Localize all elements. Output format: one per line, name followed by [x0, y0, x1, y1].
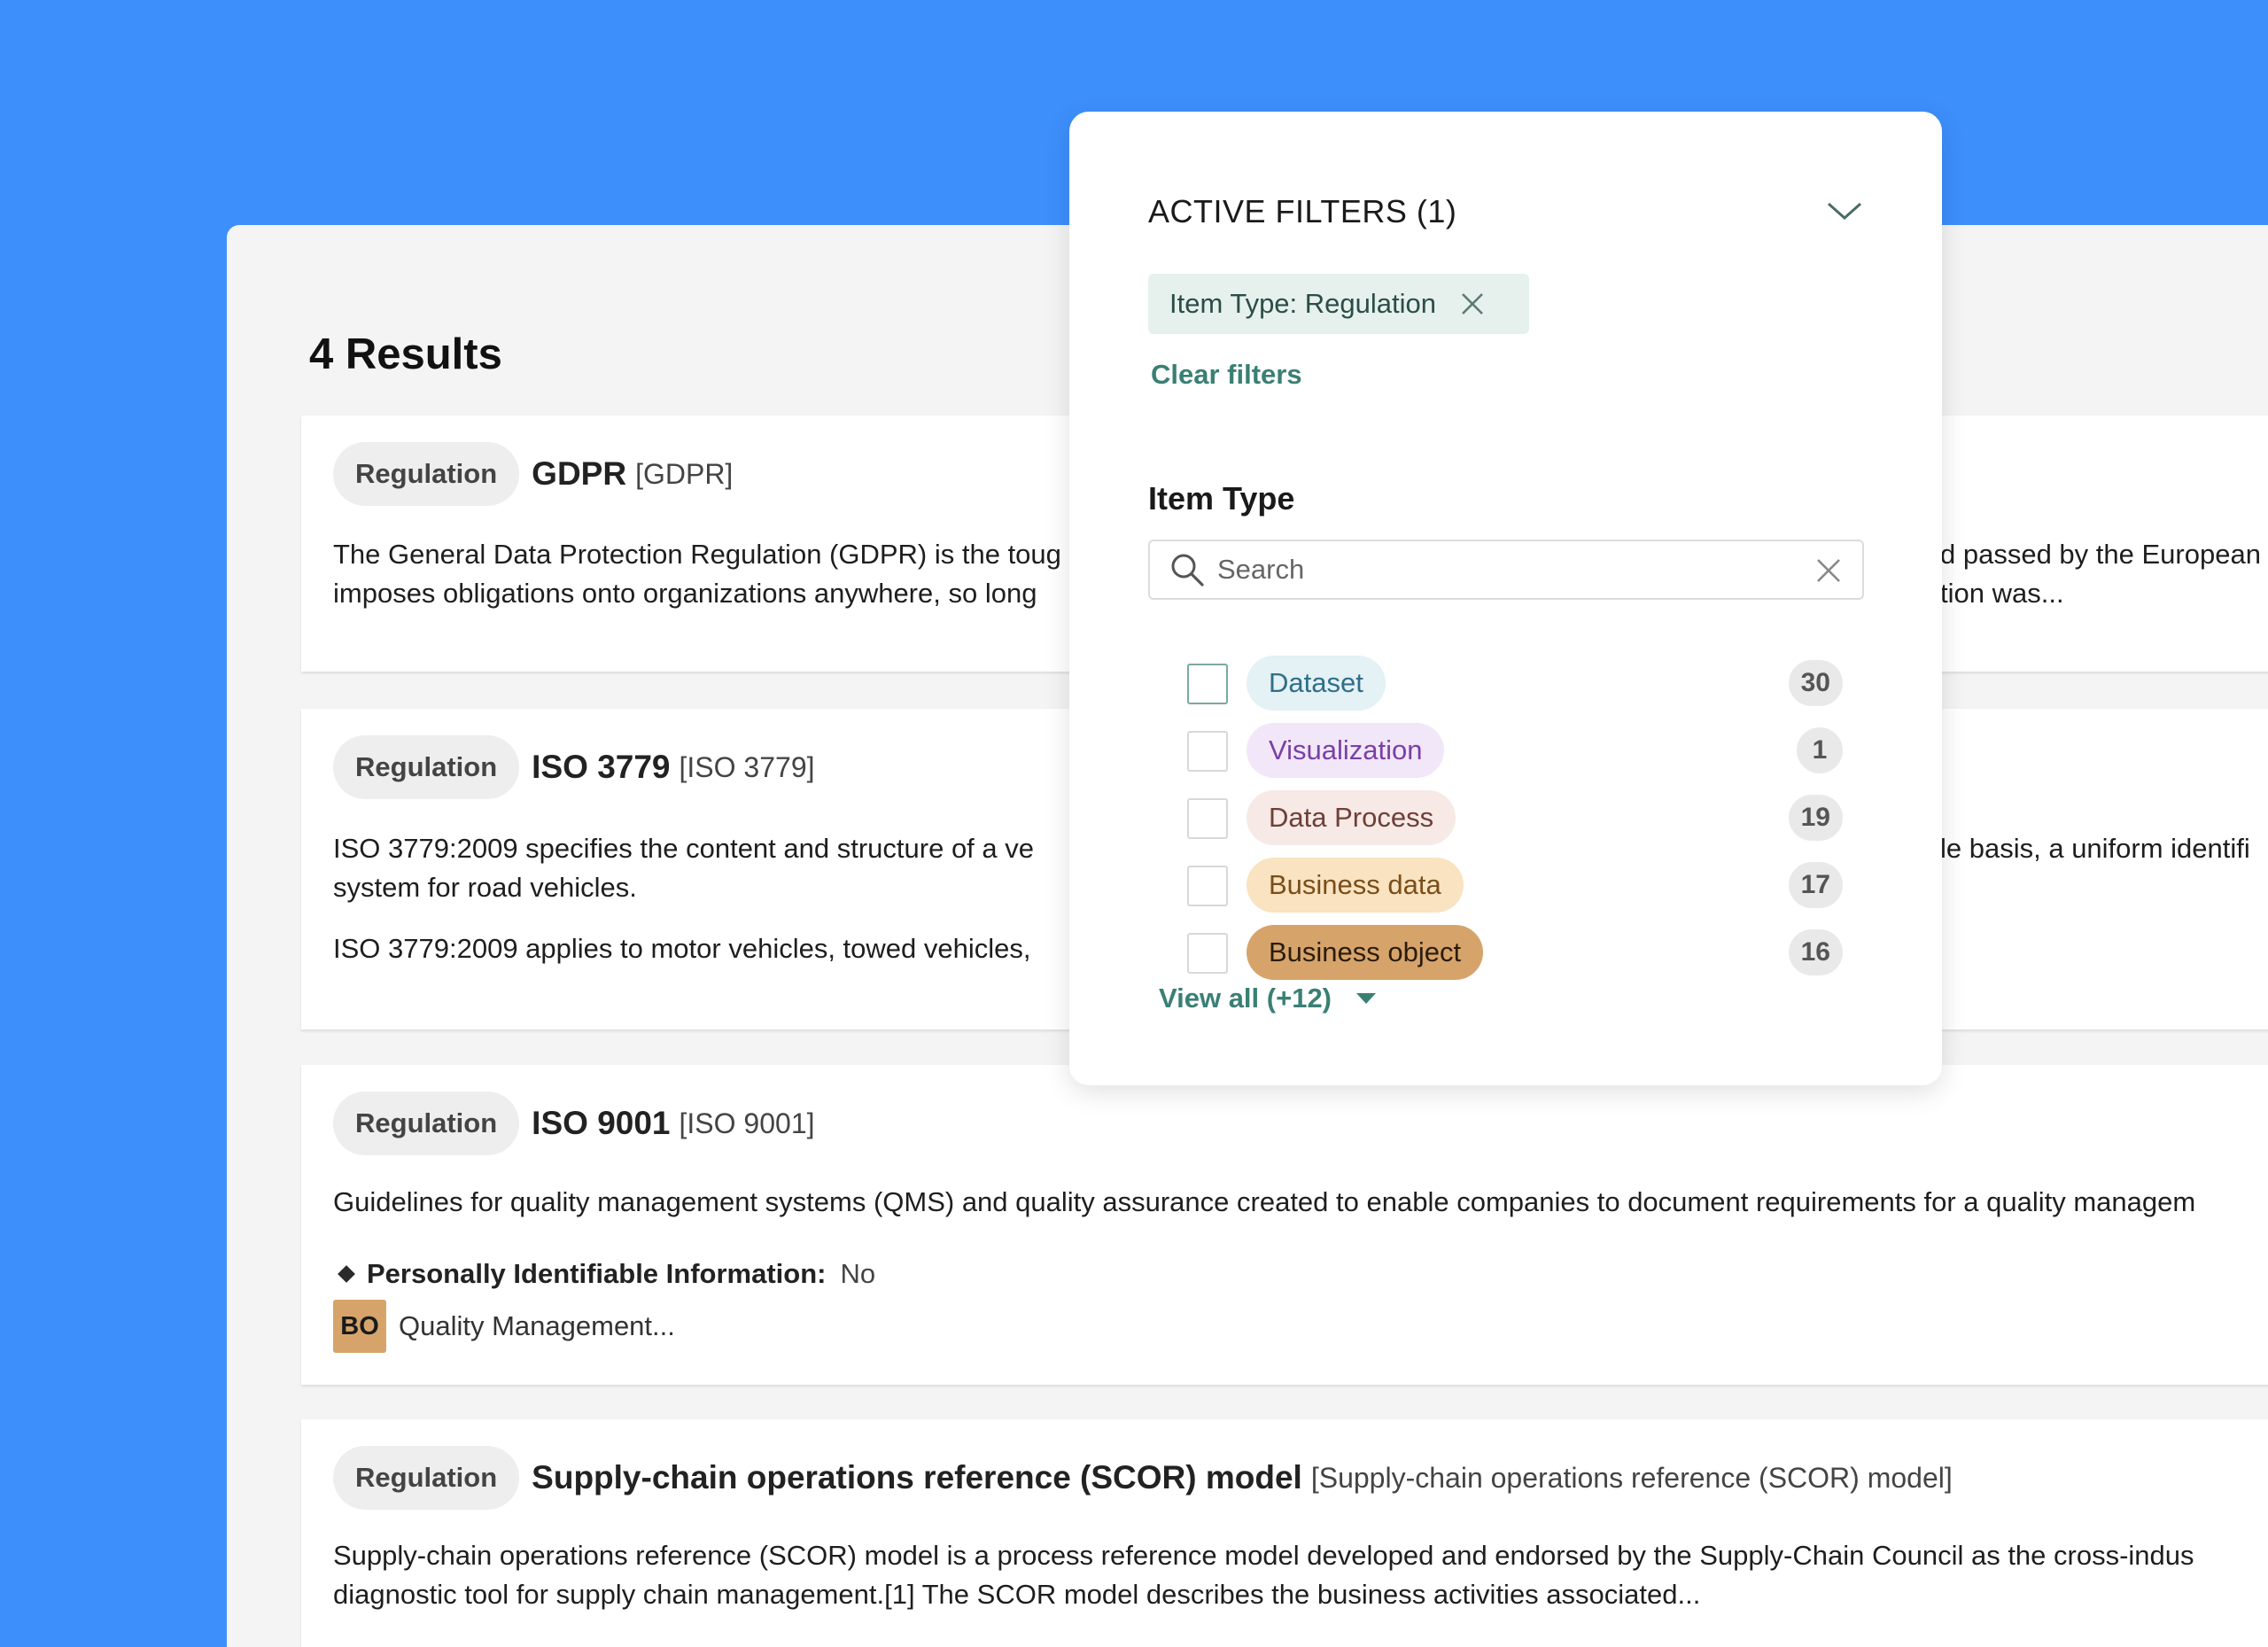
checkbox[interactable]	[1187, 664, 1228, 704]
option-count: 17	[1788, 862, 1843, 908]
card-code: [GDPR]	[635, 457, 734, 490]
caret-down-icon[interactable]	[1355, 991, 1378, 1006]
card-code: [ISO 3779]	[679, 750, 815, 783]
card-title[interactable]: ISO 9001	[532, 1105, 670, 1142]
card-description: Supply-chain operations reference (SCOR)…	[333, 1540, 2194, 1610]
item-type-badge: Regulation	[333, 442, 520, 506]
active-filter-label: Item Type: Regulation	[1169, 288, 1436, 319]
card-title[interactable]: GDPR	[532, 455, 626, 493]
card-description: Guidelines for quality management system…	[333, 1186, 2196, 1217]
card-description-continued: le basis, a uniform identifi	[1940, 833, 2250, 864]
option-label[interactable]: Visualization	[1247, 723, 1445, 778]
card-header: Regulation ISO 9001 [ISO 9001]	[333, 1092, 815, 1155]
option-label[interactable]: Data Process	[1247, 790, 1456, 845]
option-count: 19	[1788, 795, 1843, 841]
checkbox[interactable]	[1187, 933, 1228, 974]
view-all-button[interactable]: View all (+12)	[1159, 983, 1378, 1014]
item-type-heading: Item Type	[1148, 480, 1295, 517]
item-type-badge: Regulation	[333, 735, 520, 799]
pii-value: No	[840, 1258, 876, 1289]
search-input[interactable]	[1217, 554, 1784, 586]
results-count-title: 4 Results	[309, 330, 502, 378]
filter-option-business-object[interactable]: Business object 16	[1187, 925, 1843, 980]
card-description: The General Data Protection Regulation (…	[333, 539, 1061, 609]
option-count: 1	[1797, 727, 1843, 773]
business-object-name[interactable]: Quality Management...	[399, 1310, 675, 1342]
checkbox[interactable]	[1187, 798, 1228, 839]
option-count: 30	[1788, 660, 1843, 706]
result-card-scor[interactable]: Regulation Supply-chain operations refer…	[301, 1419, 2268, 1647]
card-header: Regulation ISO 3779 [ISO 3779]	[333, 735, 815, 799]
remove-filter-icon[interactable]	[1459, 291, 1486, 317]
option-count: 16	[1788, 929, 1843, 975]
filters-popover: ACTIVE FILTERS (1) Item Type: Regulation…	[1069, 112, 1942, 1085]
card-code: [Supply-chain operations reference (SCOR…	[1310, 1461, 1953, 1494]
search-icon	[1171, 554, 1204, 587]
checkbox[interactable]	[1187, 731, 1228, 772]
pii-label: Personally Identifiable Information:	[367, 1258, 827, 1289]
item-type-badge: Regulation	[333, 1446, 520, 1510]
checkbox[interactable]	[1187, 866, 1228, 906]
filter-option-visualization[interactable]: Visualization 1	[1187, 723, 1843, 778]
card-code: [ISO 9001]	[679, 1107, 815, 1139]
clear-filters-link[interactable]: Clear filters	[1151, 359, 1302, 391]
card-description-second-paragraph: ISO 3779:2009 applies to motor vehicles,…	[333, 933, 1031, 964]
card-description: ISO 3779:2009 specifies the content and …	[333, 833, 1034, 903]
chevron-down-icon[interactable]	[1827, 197, 1862, 223]
filter-option-business-data[interactable]: Business data 17	[1187, 858, 1843, 913]
option-label[interactable]: Business data	[1247, 858, 1464, 913]
card-header: Regulation GDPR [GDPR]	[333, 442, 733, 506]
business-object-badge: BO	[333, 1300, 386, 1353]
active-filter-chip: Item Type: Regulation	[1148, 274, 1529, 334]
card-description-continued: d passed by the European tion was...	[1940, 539, 2261, 609]
card-title[interactable]: ISO 3779	[532, 749, 670, 786]
item-type-search	[1148, 540, 1864, 600]
card-title[interactable]: Supply-chain operations reference (SCOR)…	[532, 1459, 1302, 1496]
result-card-iso-9001[interactable]: Regulation ISO 9001 [ISO 9001] Guideline…	[301, 1065, 2268, 1385]
filter-option-data-process[interactable]: Data Process 19	[1187, 790, 1843, 845]
pii-attribute: Personally Identifiable Information: No	[333, 1258, 875, 1290]
diamond-icon	[338, 1265, 355, 1283]
option-label[interactable]: Dataset	[1247, 656, 1386, 711]
active-filters-title: ACTIVE FILTERS (1)	[1148, 193, 1457, 229]
view-all-label[interactable]: View all (+12)	[1159, 983, 1332, 1014]
card-header: Regulation Supply-chain operations refer…	[333, 1446, 1953, 1510]
option-label[interactable]: Business object	[1247, 925, 1484, 980]
linked-business-object[interactable]: BO Quality Management...	[333, 1300, 675, 1353]
clear-search-icon[interactable]	[1814, 556, 1843, 585]
filter-option-dataset[interactable]: Dataset 30	[1187, 656, 1843, 711]
item-type-badge: Regulation	[333, 1092, 520, 1155]
